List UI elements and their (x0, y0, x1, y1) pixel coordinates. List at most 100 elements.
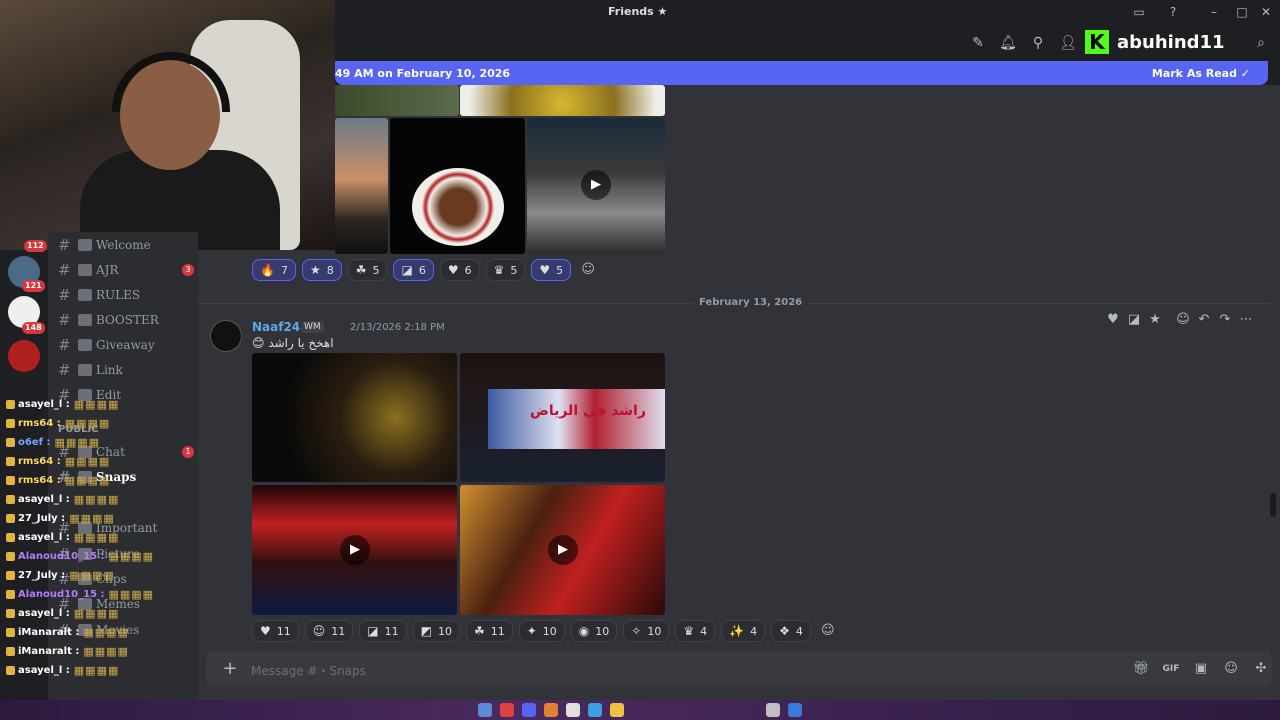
search-icon[interactable] (766, 703, 780, 717)
bell-icon[interactable]: 🔔︎ (999, 34, 1017, 52)
heart-react-icon[interactable]: ♥ (1104, 311, 1122, 329)
reactions-bottom: ♥ 11 ☺ 11 ◪ 11 ◩ 10 ☘ 11 ✦ 10 ◉ 10 ✧ 10 ♛ 4 ✨ 4 ❖ 4 ☺ (252, 620, 839, 642)
reaction-emoji-icon: ◩ (420, 624, 432, 638)
channel-item[interactable]: # Welcome (58, 234, 194, 256)
more-icon[interactable]: ⋯ (1237, 311, 1255, 329)
reaction-emoji-icon: ♛ (683, 624, 695, 638)
scrollbar[interactable] (1270, 493, 1276, 517)
discord-icon[interactable] (522, 703, 536, 717)
attach-plus-icon[interactable]: + (220, 659, 240, 679)
reactions-top: 🔥 7 ★ 8 ☘ 5 ◪ 6 ♥ 6 ♛ 5 ♥ 5 ☺ (252, 259, 599, 281)
reaction-chip[interactable]: 🔥 7 (252, 259, 296, 281)
apps-icon[interactable]: ✣ (1252, 660, 1270, 678)
new-messages-bar[interactable]: 49 AM on February 10, 2026 Mark As Read … (335, 61, 1268, 85)
attachment-video[interactable]: ▶ (460, 485, 665, 615)
reaction-emoji-icon: ◉ (578, 624, 590, 638)
mark-as-read-button[interactable]: Mark As Read ✓ (1152, 67, 1250, 80)
play-icon[interactable]: ▶ (581, 170, 611, 200)
hash-icon: # (58, 336, 71, 354)
badge-icon (6, 532, 15, 542)
channel-item[interactable]: # AJR 3 (58, 259, 194, 281)
message-input[interactable]: Message #・Snaps (251, 662, 366, 679)
attachment-image[interactable] (252, 353, 457, 482)
badge-icon (6, 475, 15, 485)
server-icon[interactable] (8, 340, 40, 372)
add-reaction-icon[interactable]: ☺ (577, 259, 599, 281)
help-icon[interactable]: ? (1165, 4, 1181, 20)
star-react-icon[interactable]: ★ (1146, 311, 1164, 329)
message-input-box[interactable]: + Message #・Snaps 🎁︎ GIF ▣ ☺ ✣ (206, 651, 1272, 687)
channel-emoji-icon (78, 314, 92, 326)
chat-line: iManaralt : ▦▦▦▦ (6, 642, 129, 660)
channel-label: BOOSTER (96, 313, 159, 327)
minimize-icon[interactable]: – (1206, 4, 1222, 20)
reaction-chip[interactable]: ◉ 10 (570, 620, 618, 642)
hash-icon: # (58, 236, 71, 254)
channel-item[interactable]: # RULES (58, 284, 194, 306)
play-icon[interactable]: ▶ (340, 535, 370, 565)
sticker-icon[interactable]: ▣ (1192, 660, 1210, 678)
attachment-image[interactable]: راشد في الرياض (460, 353, 665, 482)
emote-icon: ▦▦▦▦ (64, 473, 111, 487)
reaction-chip[interactable]: ◪ 6 (393, 259, 434, 281)
composer: + Message #・Snaps 🎁︎ GIF ▣ ☺ ✣ (198, 645, 1280, 700)
emoji-icon[interactable]: ☺ (1222, 660, 1240, 678)
gif-icon[interactable]: GIF (1162, 660, 1180, 678)
attachment-image[interactable] (390, 118, 525, 254)
search-icon[interactable]: ⌕ (1252, 34, 1270, 52)
reaction-chip[interactable]: ♥ 11 (252, 620, 299, 642)
app-icon[interactable] (588, 703, 602, 717)
pin-icon[interactable]: ⚲ (1029, 34, 1047, 52)
forward-icon[interactable]: ↷ (1216, 311, 1234, 329)
chat-username: rms64 : (18, 474, 61, 486)
members-icon[interactable]: 👤︎ (1059, 34, 1077, 52)
windows-start-icon[interactable] (788, 703, 802, 717)
app-icon[interactable] (500, 703, 514, 717)
reaction-chip[interactable]: ✦ 10 (518, 620, 565, 642)
reaction-chip[interactable]: ◪ 11 (359, 620, 407, 642)
reaction-chip[interactable]: ❖ 4 (771, 620, 811, 642)
taskbar (0, 700, 1280, 720)
maximize-icon[interactable]: □ (1234, 4, 1250, 20)
gift-icon[interactable]: 🎁︎ (1132, 660, 1150, 678)
reaction-chip[interactable]: ✨ 4 (721, 620, 766, 642)
reaction-chip[interactable]: ★ 8 (301, 259, 342, 281)
reaction-chip[interactable]: ♛ 5 (485, 259, 526, 281)
folder-icon[interactable] (610, 703, 624, 717)
channel-item[interactable]: # Link (58, 359, 194, 381)
channel-item[interactable]: # Giveaway (58, 334, 194, 356)
window-title: Friends ★ (608, 5, 668, 18)
channel-item[interactable]: # BOOSTER (58, 309, 194, 331)
app-icon[interactable] (566, 703, 580, 717)
play-icon[interactable]: ▶ (548, 535, 578, 565)
emote-icon: ▦▦▦▦ (54, 435, 101, 449)
close-icon[interactable]: ✕ (1258, 4, 1274, 20)
chat-username: asayel_l : (18, 531, 70, 543)
reaction-chip[interactable]: ♛ 4 (675, 620, 716, 642)
attachment-image[interactable] (460, 85, 665, 116)
reaction-chip[interactable]: ☘ 5 (347, 259, 388, 281)
inbox-icon[interactable]: ▭ (1131, 4, 1147, 20)
reaction-chip[interactable]: ✧ 10 (623, 620, 670, 642)
message-author[interactable]: Naaf24 (252, 320, 300, 334)
attachment-image[interactable] (335, 118, 388, 254)
attachment-video[interactable]: ▶ (252, 485, 457, 615)
reaction-chip[interactable]: ♥ 5 (531, 259, 572, 281)
add-reaction-icon[interactable]: ☺ (817, 620, 839, 642)
image-react-icon[interactable]: ◪ (1125, 311, 1143, 329)
reaction-chip[interactable]: ☺ 11 (304, 620, 354, 642)
reaction-chip[interactable]: ◩ 10 (412, 620, 460, 642)
reaction-chip[interactable]: ♥ 6 (439, 259, 480, 281)
chat-line: iManaralt : ▦▦▦▦ (6, 623, 129, 641)
avatar[interactable] (210, 320, 242, 352)
reaction-chip[interactable]: ☘ 11 (465, 620, 513, 642)
reply-icon[interactable]: ↶ (1195, 311, 1213, 329)
app-icon[interactable] (544, 703, 558, 717)
attachment-image[interactable] (335, 85, 459, 116)
emote-icon: ▦▦▦▦ (69, 568, 115, 582)
app-icon[interactable] (478, 703, 492, 717)
threads-icon[interactable]: ✎ (969, 34, 987, 52)
attachment-video[interactable]: ▶ (527, 118, 665, 254)
add-reaction-icon[interactable]: ☺ (1174, 311, 1192, 329)
emote-icon: ▦▦▦▦ (64, 454, 111, 468)
